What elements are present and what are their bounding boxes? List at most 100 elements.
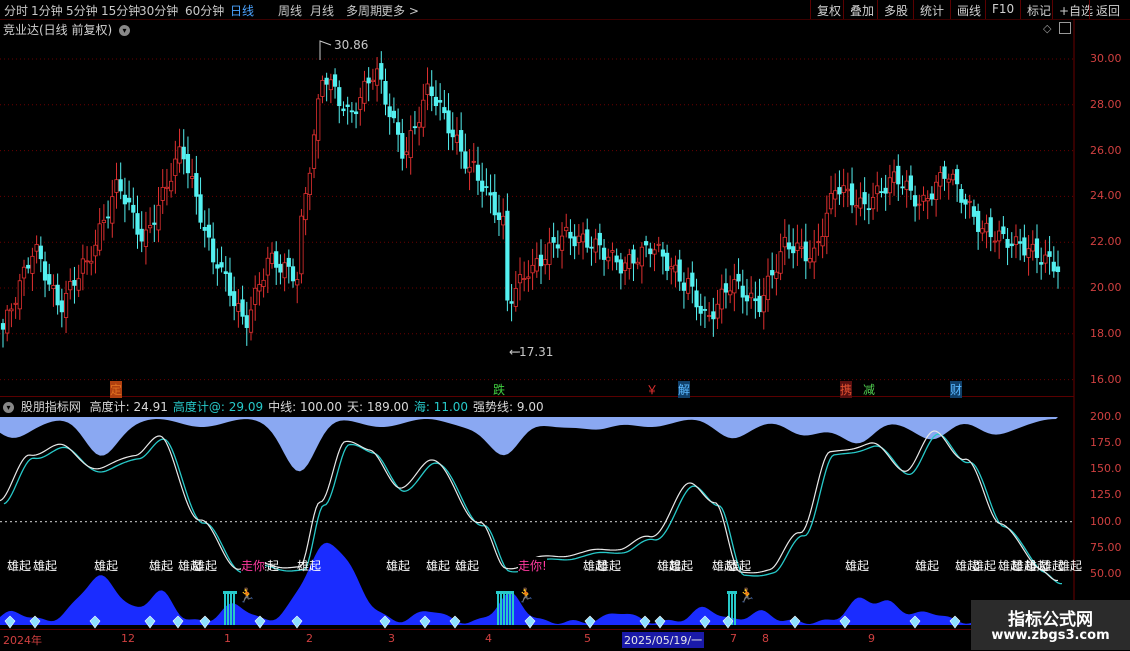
candle-body: [753, 298, 758, 302]
period-tab-4[interactable]: 30分钟: [139, 2, 178, 19]
indicator-tick-label: 200.0: [1090, 410, 1122, 423]
rise-signal-label: 雄起: [845, 559, 870, 573]
period-tab-2[interactable]: 5分钟: [66, 2, 98, 19]
candle-body: [84, 260, 90, 263]
event-signal-6[interactable]: 财: [950, 381, 963, 398]
toolbar-button-3[interactable]: 统计: [913, 0, 950, 19]
candle-body: [232, 291, 237, 307]
candle-body: [471, 160, 476, 163]
candle-body: [757, 295, 762, 313]
candle-body: [215, 264, 220, 269]
rise-signal-label: 雄起: [193, 559, 218, 573]
toolbar-button-1[interactable]: 叠加: [843, 0, 877, 19]
candle-body: [551, 237, 556, 243]
candle-body: [568, 231, 573, 239]
event-signal-5[interactable]: 减: [863, 381, 875, 398]
candle-body: [9, 308, 14, 312]
indicator-chart[interactable]: [0, 397, 1130, 629]
candle-body: [408, 130, 413, 159]
candle-body: [946, 178, 951, 183]
indicator-tick-label: 175.0: [1090, 436, 1122, 450]
candle-body: [80, 258, 85, 274]
price-tick-label: 20.00: [1090, 281, 1122, 294]
toolbar-button-8[interactable]: 返回: [1089, 0, 1130, 19]
toolbar-button-5[interactable]: F10: [985, 0, 1020, 19]
period-tab-0[interactable]: 分时: [4, 2, 28, 19]
time-axis: [0, 629, 1074, 651]
toolbar-button-7[interactable]: +自选: [1052, 0, 1093, 19]
candle-body: [459, 130, 464, 152]
candle-body: [227, 272, 233, 296]
candle-body: [496, 212, 502, 221]
time-axis-label: 2: [306, 632, 313, 645]
candle-body: [38, 245, 43, 260]
candle-body: [274, 251, 279, 268]
candle-body: [896, 165, 901, 185]
candle-body: [1047, 251, 1052, 257]
rise-signal-label: 雄起: [94, 559, 119, 573]
toolbar-button-0[interactable]: 复权: [810, 0, 843, 19]
candle-body: [656, 243, 661, 246]
candle-body: [76, 278, 81, 291]
candle-body: [976, 210, 981, 232]
toolbar-button-2[interactable]: 多股: [877, 0, 913, 19]
event-signal-0[interactable]: 定: [110, 381, 123, 398]
candle-body: [543, 259, 548, 266]
event-signal-3[interactable]: 解: [678, 381, 691, 398]
candle-body: [442, 107, 447, 114]
candle-body: [610, 250, 615, 253]
diamond-icon: [789, 615, 801, 629]
candle-body: [501, 215, 506, 226]
period-tab-1[interactable]: 1分钟: [31, 2, 63, 19]
event-signal-1[interactable]: 跌: [493, 381, 505, 398]
candle-body: [223, 271, 228, 274]
candle-body: [55, 284, 60, 306]
candle-body: [921, 194, 926, 202]
period-tab-6[interactable]: 日线: [230, 2, 254, 19]
period-tab-5[interactable]: 60分钟: [185, 2, 224, 19]
period-tab-7[interactable]: 周线: [278, 2, 302, 19]
candle-body: [236, 303, 241, 312]
candle-body: [269, 252, 275, 264]
candle-body: [126, 197, 132, 203]
candle-body: [5, 309, 10, 334]
candle-body: [984, 222, 989, 233]
event-signal-2[interactable]: ￥: [646, 381, 658, 398]
diamond-icon: [199, 615, 211, 629]
price-tick-label: 28.00: [1090, 97, 1122, 111]
price-tick-label: 16.00: [1090, 372, 1122, 386]
candle-body: [311, 134, 317, 169]
candle-body: [517, 274, 523, 284]
period-tab-8[interactable]: 月线: [310, 2, 334, 19]
candle-body: [673, 264, 678, 273]
candle-body: [782, 236, 787, 248]
candle-body: [206, 224, 212, 238]
toolbar-button-4[interactable]: 画线: [950, 0, 985, 19]
toolbar-button-6[interactable]: 标记: [1020, 0, 1052, 19]
max-price-label: 30.86: [334, 38, 369, 52]
period-tab-10[interactable]: 更多 >: [381, 2, 419, 19]
candle-body: [1005, 238, 1010, 248]
rise-signal-label: 雄起: [915, 559, 940, 573]
candle-body: [719, 288, 724, 310]
candle-body: [799, 246, 804, 249]
candle-body: [707, 315, 712, 317]
period-tab-3[interactable]: 15分钟: [101, 2, 140, 19]
candle-body: [417, 122, 422, 128]
candle-body: [156, 204, 161, 231]
candle-body: [320, 80, 325, 97]
candle-body: [715, 303, 720, 319]
candle-body: [858, 197, 863, 209]
candle-body: [290, 266, 296, 282]
candle-body: [261, 279, 266, 287]
period-tab-9[interactable]: 多周期: [346, 2, 382, 19]
diamond-icon: [639, 615, 651, 629]
diamond-icon: [654, 615, 666, 629]
event-signal-4[interactable]: 携: [840, 381, 853, 398]
price-tick-label: 24.00: [1090, 189, 1122, 203]
candle-body: [400, 133, 405, 159]
price-chart[interactable]: [0, 19, 1130, 397]
candle-body: [93, 244, 98, 257]
candle-body: [1018, 241, 1023, 244]
candle-body: [627, 254, 632, 269]
